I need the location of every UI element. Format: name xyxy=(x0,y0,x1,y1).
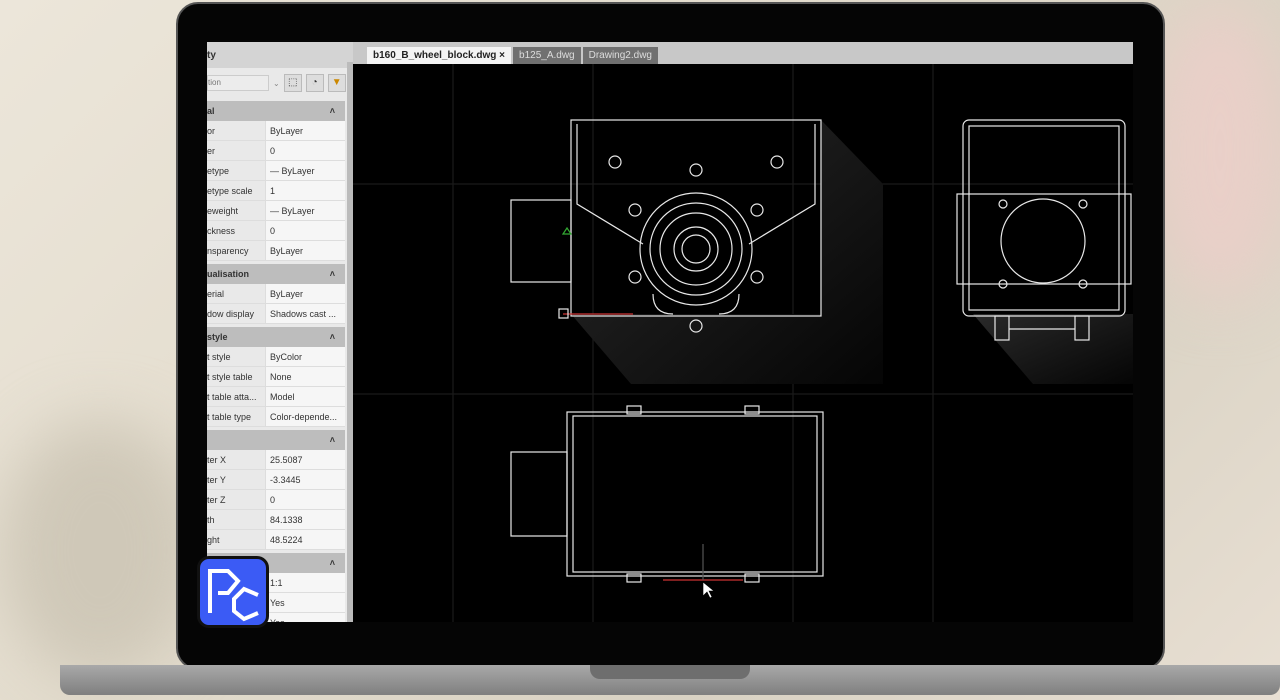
filter-icon[interactable]: ▼ xyxy=(327,74,346,92)
property-row[interactable]: erial ByLayer xyxy=(207,284,345,304)
tab-b160-wheel-block[interactable]: b160_B_wheel_block.dwg × xyxy=(367,47,512,64)
property-section-header[interactable]: al ˄ xyxy=(207,101,345,121)
property-label: ter X xyxy=(207,455,227,465)
section-label: ualisation xyxy=(207,269,250,279)
property-label: t table type xyxy=(207,412,252,422)
drawing-canvas[interactable] xyxy=(353,64,1133,622)
property-label: nsparency xyxy=(207,246,249,256)
property-row[interactable]: ght 48.5224 xyxy=(207,530,345,550)
property-label: etype xyxy=(207,166,230,176)
select-objects-icon[interactable]: ⬚ xyxy=(283,74,302,92)
property-value[interactable]: 1:1 xyxy=(265,573,345,592)
property-value[interactable]: 0 xyxy=(265,490,345,509)
tab-b125-a[interactable]: b125_A.dwg xyxy=(513,47,581,64)
property-label: or xyxy=(207,126,216,136)
property-section-header[interactable]: ˄ xyxy=(207,430,345,450)
property-label: t table atta... xyxy=(207,392,257,402)
property-value[interactable]: ByLayer xyxy=(265,284,345,303)
section-label: style xyxy=(207,332,228,342)
property-row[interactable]: ter Y -3.3445 xyxy=(207,470,345,490)
property-section-header[interactable]: style ˄ xyxy=(207,327,345,347)
cad-app-screen: ty tion ⌄ ⬚ ◔ ▼ al ˄ or ByLayer er 0 etype — By… xyxy=(207,42,1133,622)
collapse-icon[interactable]: ˄ xyxy=(330,269,335,279)
pc-logo xyxy=(197,556,269,628)
property-section-header[interactable]: ualisation ˄ xyxy=(207,264,345,284)
property-value[interactable]: Color-depende... xyxy=(265,407,345,426)
front-view xyxy=(510,119,883,384)
property-value[interactable]: Model xyxy=(265,387,345,406)
quick-select-icon[interactable]: ◔ xyxy=(305,74,324,92)
laptop-notch xyxy=(590,665,750,679)
property-label: ter Y xyxy=(207,475,226,485)
property-row[interactable]: etype scale 1 xyxy=(207,181,345,201)
collapse-icon[interactable]: ˄ xyxy=(330,435,335,445)
panel-title: ty xyxy=(207,42,353,68)
tab-drawing2[interactable]: Drawing2.dwg xyxy=(582,47,658,64)
property-row[interactable]: etype — ByLayer xyxy=(207,161,345,181)
property-value[interactable]: 0 xyxy=(265,221,345,240)
property-label: ckness xyxy=(207,226,236,236)
property-value[interactable]: 1 xyxy=(265,181,345,200)
property-row[interactable]: ter Z 0 xyxy=(207,490,345,510)
property-label: erial xyxy=(207,289,225,299)
collapse-icon[interactable]: ˄ xyxy=(330,106,335,116)
property-value[interactable]: ByColor xyxy=(265,347,345,366)
property-label: ter Z xyxy=(207,495,226,505)
property-row[interactable]: ter X 25.5087 xyxy=(207,450,345,470)
document-tabs: b160_B_wheel_block.dwg × b125_A.dwg Draw… xyxy=(353,42,1133,64)
property-row[interactable]: th 84.1338 xyxy=(207,510,345,530)
property-row[interactable]: er 0 xyxy=(207,141,345,161)
property-value[interactable]: ByLayer xyxy=(265,241,345,260)
property-value[interactable]: 48.5224 xyxy=(265,530,345,549)
property-value[interactable]: — ByLayer xyxy=(265,161,345,180)
property-value[interactable]: Yes xyxy=(265,613,345,622)
side-view xyxy=(956,119,1133,384)
properties-panel: ty tion ⌄ ⬚ ◔ ▼ al ˄ or ByLayer er 0 etype — By… xyxy=(207,42,353,622)
selection-dropdown[interactable]: tion xyxy=(207,75,269,91)
property-label: er xyxy=(207,146,216,156)
property-label: t style xyxy=(207,352,231,362)
property-label: etype scale xyxy=(207,186,253,196)
property-row[interactable]: t table atta... Model xyxy=(207,387,345,407)
property-row[interactable]: t table type Color-depende... xyxy=(207,407,345,427)
property-value[interactable]: Shadows cast ... xyxy=(265,304,345,323)
section-label: al xyxy=(207,106,215,116)
property-row[interactable]: eweight — ByLayer xyxy=(207,201,345,221)
property-label: ght xyxy=(207,535,220,545)
property-row[interactable]: ckness 0 xyxy=(207,221,345,241)
property-value[interactable]: 84.1338 xyxy=(265,510,345,529)
property-row[interactable]: t style table None xyxy=(207,367,345,387)
property-value[interactable]: Yes xyxy=(265,593,345,612)
property-label: th xyxy=(207,515,215,525)
property-value[interactable]: ByLayer xyxy=(265,121,345,140)
top-view xyxy=(510,405,824,599)
property-value[interactable]: -3.3445 xyxy=(265,470,345,489)
property-value[interactable]: 0 xyxy=(265,141,345,160)
property-row[interactable]: dow display Shadows cast ... xyxy=(207,304,345,324)
property-row[interactable]: nsparency ByLayer xyxy=(207,241,345,261)
property-label: t style table xyxy=(207,372,253,382)
property-label: dow display xyxy=(207,309,255,319)
property-row[interactable]: t style ByColor xyxy=(207,347,345,367)
property-value[interactable]: 25.5087 xyxy=(265,450,345,469)
close-tab-icon[interactable]: × xyxy=(499,50,505,61)
collapse-icon[interactable]: ˄ xyxy=(330,558,335,568)
property-value[interactable]: None xyxy=(265,367,345,386)
property-row[interactable]: or ByLayer xyxy=(207,121,345,141)
property-value[interactable]: — ByLayer xyxy=(265,201,345,220)
collapse-icon[interactable]: ˄ xyxy=(330,332,335,342)
property-label: eweight xyxy=(207,206,239,216)
